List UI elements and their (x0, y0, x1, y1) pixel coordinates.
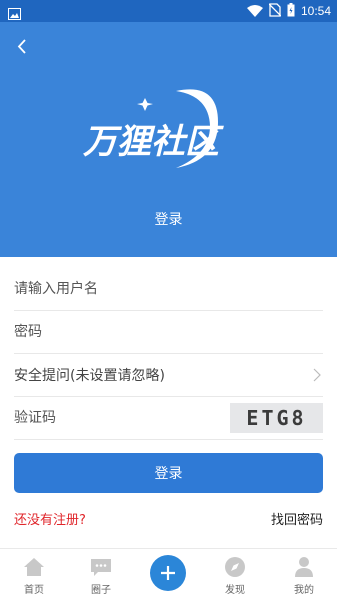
captcha-image[interactable]: ETG8 (230, 403, 323, 433)
login-form: 安全提问(未设置请忽略) ETG8 (14, 268, 323, 440)
tab-circle[interactable]: 圈子 (76, 555, 126, 596)
person-icon (279, 555, 329, 579)
status-time: 10:54 (300, 4, 331, 18)
tab-discover[interactable]: 发现 (210, 555, 260, 596)
login-header: 万狸社区 登录 (0, 22, 337, 257)
battery-icon (287, 2, 295, 21)
security-question-label: 安全提问(未设置请忽略) (14, 368, 165, 384)
post-button[interactable] (150, 555, 186, 591)
svg-text:万狸社区: 万狸社区 (82, 123, 224, 161)
tab-home[interactable]: 首页 (9, 555, 59, 596)
back-button[interactable] (8, 32, 36, 60)
tab-profile[interactable]: 我的 (279, 555, 329, 596)
register-link[interactable]: 还没有注册? (14, 509, 86, 528)
tab-circle-label: 圈子 (91, 585, 111, 596)
home-icon (9, 555, 59, 579)
page-title: 登录 (154, 212, 183, 228)
brand-logo: 万狸社区 (78, 84, 258, 184)
password-input[interactable] (14, 311, 323, 353)
back-arrow-icon (17, 39, 26, 54)
tab-profile-label: 我的 (294, 585, 314, 596)
login-button[interactable]: 登录 (14, 453, 323, 493)
password-row (14, 311, 323, 354)
wifi-icon (246, 2, 263, 21)
security-question-select[interactable]: 安全提问(未设置请忽略) (14, 354, 323, 397)
tab-home-label: 首页 (24, 585, 44, 596)
plus-icon (161, 566, 175, 580)
username-row (14, 268, 323, 311)
tab-discover-label: 发现 (225, 585, 245, 596)
status-bar: 10:54 (0, 0, 337, 22)
username-input[interactable] (14, 268, 323, 310)
chevron-right-icon (313, 368, 321, 386)
captcha-row: ETG8 (14, 397, 323, 440)
chat-icon (76, 555, 126, 579)
captcha-input[interactable] (14, 397, 214, 439)
no-sim-icon (268, 2, 282, 21)
bottom-tab-bar: 首页 圈子 发现 我的 (0, 548, 337, 601)
forgot-password-link[interactable]: 找回密码 (271, 509, 323, 528)
compass-icon (210, 555, 260, 579)
